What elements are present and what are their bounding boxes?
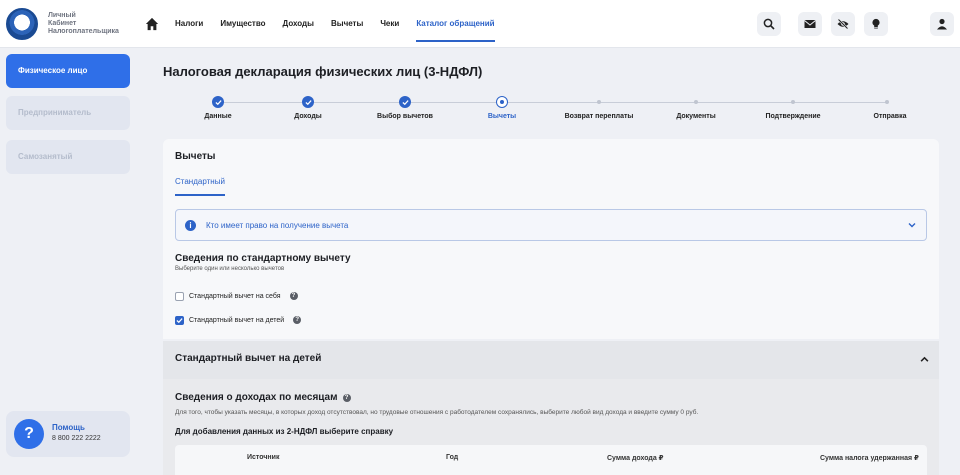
visibility-button[interactable] — [831, 12, 855, 36]
mail-icon — [804, 20, 816, 28]
step-label-deductions: Вычеты — [487, 113, 517, 120]
help-question-icon[interactable]: ? — [289, 292, 298, 300]
chevron-down-icon — [908, 223, 916, 228]
step-future-icon — [597, 100, 601, 104]
income-table-header: Источник Год Сумма дохода ₽ Сумма налога… — [175, 445, 927, 475]
info-icon: i — [185, 220, 196, 231]
children-deduction-title: Стандартный вычет на детей — [175, 353, 322, 364]
step-future-icon — [791, 100, 795, 104]
nav-property[interactable]: Имущество — [220, 0, 265, 48]
option-children-deduction[interactable]: Стандартный вычет на детей ? — [175, 314, 302, 326]
select-certificate-label: Для добавления данных из 2-НДФЛ выберите… — [175, 427, 394, 436]
nav-deductions[interactable]: Вычеты — [331, 0, 363, 48]
messages-button[interactable] — [798, 12, 822, 36]
step-label-submit: Отправка — [873, 113, 907, 120]
help-question-icon[interactable]: ? — [342, 393, 351, 402]
nav-receipts[interactable]: Чеки — [380, 0, 399, 48]
profile-button[interactable] — [930, 12, 954, 36]
step-label-data: Данные — [204, 113, 232, 120]
user-icon — [937, 18, 947, 30]
tips-button[interactable] — [864, 12, 888, 36]
eye-off-icon — [837, 18, 849, 30]
children-deduction-checkbox[interactable] — [175, 315, 184, 325]
lightbulb-icon — [872, 18, 880, 29]
step-label-documents: Документы — [676, 113, 716, 120]
step-label-confirmation: Подтверждение — [765, 113, 821, 120]
children-deduction-label: Стандартный вычет на детей — [189, 316, 285, 324]
deductions-card: Вычеты Стандартный i Кто имеет право на … — [163, 139, 939, 339]
column-year: Год — [446, 454, 459, 461]
self-deduction-checkbox[interactable] — [175, 291, 184, 301]
standard-deduction-heading: Сведения по стандартному вычету — [175, 253, 351, 264]
column-tax-withheld: Сумма налога удержанная ₽ — [820, 455, 919, 462]
income-by-month-title: Сведения о доходах по месяцам — [175, 392, 338, 403]
check-icon — [176, 317, 183, 323]
nav-appeals-catalog[interactable]: Каталог обращений — [416, 0, 495, 42]
income-note: Для того, чтобы указать месяцы, в которы… — [175, 409, 699, 416]
income-by-month-section: Сведения о доходах по месяцам ? Для того… — [163, 379, 939, 475]
column-source: Источник — [247, 454, 280, 461]
chevron-up-icon — [920, 356, 929, 362]
top-header: Личный Кабинет Налогоплательщика Налоги … — [0, 0, 960, 48]
sidebar-item-individual[interactable]: Физическое лицо — [6, 54, 130, 88]
search-icon — [763, 18, 775, 30]
help-card[interactable]: ? Помощь 8 800 222 2222 — [6, 411, 130, 457]
step-future-icon — [885, 100, 889, 104]
tab-standard[interactable]: Стандартный — [175, 177, 225, 196]
children-deduction-section-header[interactable]: Стандартный вычет на детей — [163, 341, 939, 379]
logo-text: Личный Кабинет Налогоплательщика — [48, 12, 119, 36]
step-label-choose-deductions: Выбор вычетов — [377, 113, 433, 120]
home-icon[interactable] — [145, 17, 159, 31]
help-title: Помощь — [52, 423, 85, 432]
column-income-amount: Сумма дохода ₽ — [607, 455, 664, 462]
help-question-icon[interactable]: ? — [293, 316, 302, 324]
standard-deduction-hint: Выберите один или несколько вычетов — [175, 266, 285, 272]
search-button[interactable] — [757, 12, 781, 36]
sidebar-item-self-employed[interactable]: Самозанятый — [6, 140, 130, 174]
step-label-income: Доходы — [294, 113, 322, 120]
progress-stepper: Данные Доходы Выбор вычетов Вычеты Возвр… — [163, 92, 940, 126]
logo-line-2: Кабинет — [48, 20, 77, 27]
help-phone[interactable]: 8 800 222 2222 — [52, 435, 101, 442]
logo-line-1: Личный — [48, 12, 76, 19]
eligibility-accordion[interactable]: i Кто имеет право на получение вычета — [175, 209, 927, 241]
self-deduction-label: Стандартный вычет на себя — [189, 292, 281, 300]
deductions-title: Вычеты — [175, 151, 216, 162]
step-completed-icon[interactable] — [212, 96, 224, 108]
step-label-refund: Возврат переплаты — [564, 113, 634, 120]
nav-income[interactable]: Доходы — [283, 0, 314, 48]
stepper-line — [218, 102, 888, 103]
step-current-icon[interactable] — [496, 96, 508, 108]
nav-taxes[interactable]: Налоги — [175, 0, 203, 48]
step-completed-icon[interactable] — [302, 96, 314, 108]
sidebar-item-entrepreneur[interactable]: Предприниматель — [6, 96, 130, 130]
main-nav: Налоги Имущество Доходы Вычеты Чеки Ката… — [175, 0, 512, 48]
sidebar: Физическое лицо Предприниматель Самозаня… — [0, 48, 145, 475]
step-completed-icon[interactable] — [399, 96, 411, 108]
option-self-deduction[interactable]: Стандартный вычет на себя ? — [175, 290, 298, 302]
help-icon: ? — [14, 419, 44, 449]
page-title: Налоговая декларация физических лиц (3-Н… — [163, 64, 483, 79]
step-future-icon — [694, 100, 698, 104]
logo-line-3: Налогоплательщика — [48, 28, 119, 35]
income-by-month-heading: Сведения о доходах по месяцам ? — [175, 392, 351, 403]
accordion-label: Кто имеет право на получение вычета — [206, 221, 349, 230]
fns-logo-icon[interactable] — [6, 8, 38, 40]
